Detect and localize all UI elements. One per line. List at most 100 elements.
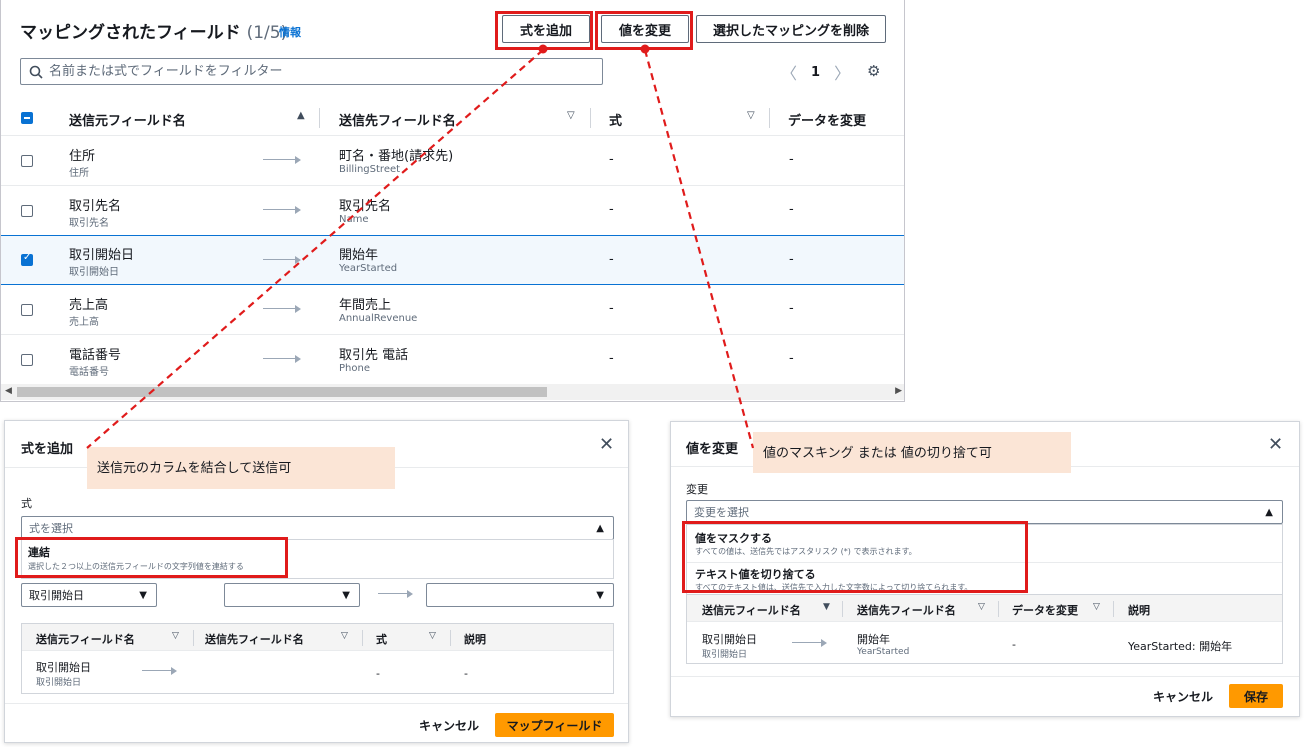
destination-field-select[interactable]: ▼ xyxy=(426,583,614,607)
source-sub: 住所 xyxy=(69,168,89,179)
col-source[interactable]: 送信元フィールド名 xyxy=(69,110,186,129)
second-field-select[interactable]: ▼ xyxy=(224,583,360,607)
source-sub: 電話番号 xyxy=(69,367,109,378)
col-source: 送信元フィールド名 xyxy=(36,633,135,646)
delete-mapping-button[interactable]: 選択したマッピングを削除 xyxy=(696,15,886,43)
change-placeholder: 変更を選択 xyxy=(694,506,749,519)
sort-icon[interactable]: ▽ xyxy=(978,602,985,612)
close-icon[interactable]: ✕ xyxy=(599,434,614,455)
modify-value: - xyxy=(789,252,794,267)
formula-value: - xyxy=(609,301,614,316)
divider xyxy=(671,676,1299,677)
arrow-right-icon xyxy=(142,667,178,675)
dest-name: 年間売上 xyxy=(339,298,392,313)
source-name: 取引開始日 xyxy=(36,661,91,674)
cancel-button[interactable]: キャンセル xyxy=(1153,688,1213,705)
table-header: 送信元フィールド名 ▲ 送信先フィールド名 ▽ 式 ▽ データを変更 xyxy=(1,100,904,136)
row-checkbox[interactable] xyxy=(21,252,33,266)
table-header: 送信元フィールド名 ▽ 送信先フィールド名 ▽ 式 ▽ 説明 xyxy=(22,624,613,651)
source-sub: 取引開始日 xyxy=(69,267,119,278)
chevron-right-icon[interactable]: 〉 xyxy=(834,60,850,84)
sort-asc-icon[interactable]: ▲ xyxy=(297,110,305,121)
formula-value: - xyxy=(609,152,614,167)
dest-sub: AnnualRevenue xyxy=(339,313,418,324)
change-preview-table: 送信元フィールド名 ▼ 送信先フィールド名 ▽ データを変更 ▽ 説明 取引開始… xyxy=(686,594,1283,664)
page-title: マッピングされたフィールド (1/5) xyxy=(20,18,287,43)
col-destination: 送信先フィールド名 xyxy=(205,633,304,646)
dest-sub: Phone xyxy=(339,363,370,374)
search-icon xyxy=(29,65,43,79)
col-desc: 説明 xyxy=(1128,604,1150,617)
dest-name: 町名・番地(請求先) xyxy=(339,149,454,164)
row-checkbox[interactable] xyxy=(21,155,33,167)
caret-up-icon: ▲ xyxy=(1265,507,1273,518)
change-label: 変更 xyxy=(686,483,708,496)
scrollbar-thumb[interactable] xyxy=(17,387,547,397)
col-desc: 説明 xyxy=(464,633,486,646)
search-input[interactable] xyxy=(49,64,579,79)
horizontal-scrollbar[interactable]: ◀ ▶ xyxy=(1,384,904,400)
dest-sub: YearStarted xyxy=(857,647,910,657)
sort-icon[interactable]: ▽ xyxy=(1093,602,1100,612)
table-row[interactable]: 電話番号 電話番号 取引先 電話 Phone - - xyxy=(1,335,904,385)
sort-icon[interactable]: ▽ xyxy=(567,110,575,121)
formula-value: - xyxy=(609,351,614,366)
cancel-button[interactable]: キャンセル xyxy=(419,717,479,734)
col-destination[interactable]: 送信先フィールド名 xyxy=(339,110,456,129)
col-divider xyxy=(193,630,194,646)
modify-value: - xyxy=(789,202,794,217)
formula-value: - xyxy=(376,667,380,680)
row-checkbox[interactable] xyxy=(21,354,33,366)
col-divider xyxy=(319,108,320,128)
source-name: 住所 xyxy=(69,149,96,164)
row-checkbox[interactable] xyxy=(21,205,33,217)
sort-icon[interactable]: ▼ xyxy=(823,602,830,612)
sort-icon[interactable]: ▽ xyxy=(172,631,179,641)
col-modify[interactable]: データを変更 xyxy=(788,110,866,129)
dialog-title: 値を変更 xyxy=(686,442,739,457)
row-checkbox[interactable] xyxy=(21,304,33,316)
sort-icon[interactable]: ▽ xyxy=(341,631,348,641)
table-row[interactable]: 取引先名 取引先名 取引先名 Name - - xyxy=(1,186,904,236)
save-button[interactable]: 保存 xyxy=(1229,684,1283,708)
col-modify: データを変更 xyxy=(1012,604,1078,617)
dialog-title: 式を追加 xyxy=(21,442,74,457)
map-fields-button[interactable]: マップフィールド xyxy=(495,713,614,737)
col-divider xyxy=(998,601,999,617)
formula-placeholder: 式を選択 xyxy=(29,522,73,535)
title-text: マッピングされたフィールド xyxy=(20,23,241,43)
caret-up-icon: ▲ xyxy=(596,523,604,534)
col-source: 送信元フィールド名 xyxy=(702,604,801,617)
page-number[interactable]: 1 xyxy=(811,65,820,80)
info-link[interactable]: 情報 xyxy=(279,24,301,40)
select-all-checkbox[interactable] xyxy=(21,112,33,124)
col-divider xyxy=(362,630,363,646)
search-field[interactable] xyxy=(20,58,603,85)
highlight-concat-option xyxy=(15,537,288,578)
modify-value: - xyxy=(789,152,794,167)
sort-icon[interactable]: ▽ xyxy=(747,110,755,121)
col-formula[interactable]: 式 xyxy=(609,110,622,129)
table-row-selected[interactable]: 取引開始日 取引開始日 開始年 YearStarted - - xyxy=(1,235,904,285)
callout-value-note: 値のマスキング または 値の切り捨て可 xyxy=(753,432,1071,473)
col-divider xyxy=(1113,601,1114,617)
dest-sub: YearStarted xyxy=(339,263,398,274)
chevron-left-icon[interactable]: 〈 xyxy=(781,60,797,84)
scroll-left-icon[interactable]: ◀ xyxy=(5,386,12,396)
close-icon[interactable]: ✕ xyxy=(1268,434,1283,455)
source-name: 取引開始日 xyxy=(702,633,757,646)
dest-name: 取引先 電話 xyxy=(339,348,409,363)
gear-icon[interactable]: ⚙ xyxy=(867,62,880,80)
source-field-select[interactable]: 取引開始日 ▼ xyxy=(21,583,157,607)
col-divider xyxy=(590,108,591,128)
col-divider xyxy=(842,601,843,617)
col-destination: 送信先フィールド名 xyxy=(857,604,956,617)
sort-icon[interactable]: ▽ xyxy=(429,631,436,641)
modify-value: - xyxy=(789,351,794,366)
table-row[interactable]: 売上高 売上高 年間売上 AnnualRevenue - - xyxy=(1,285,904,335)
table-row[interactable]: 住所 住所 町名・番地(請求先) BillingStreet - - xyxy=(1,136,904,186)
col-formula: 式 xyxy=(376,633,387,646)
source-name: 取引開始日 xyxy=(69,248,135,263)
scroll-right-icon[interactable]: ▶ xyxy=(895,386,902,396)
formula-value: - xyxy=(609,252,614,267)
